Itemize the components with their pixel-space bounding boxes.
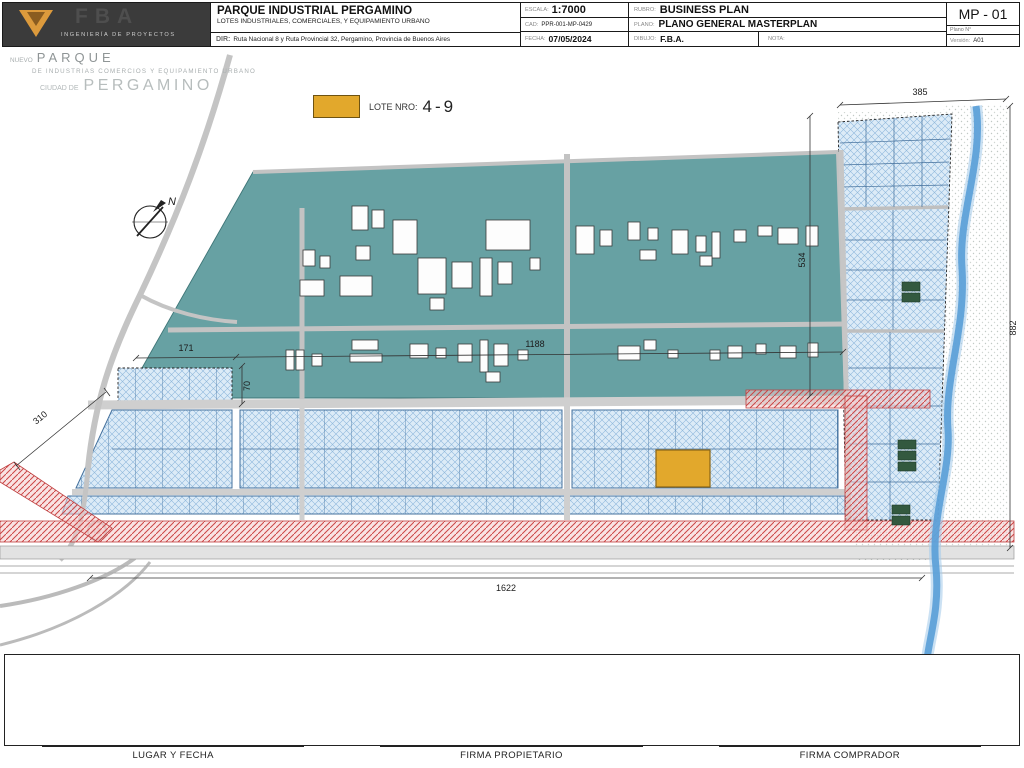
dim-385: 385 [912, 87, 927, 97]
logo-tagline: INGENIERÍA DE PROYECTOS [61, 32, 176, 38]
version-label: Versión: [950, 37, 971, 44]
dir-label: DIR: [216, 36, 231, 43]
plano-number-label: Plano N° [947, 25, 1019, 34]
dim-171: 171 [178, 343, 193, 353]
signature-line [718, 746, 981, 747]
lot-block-northwest [117, 367, 233, 405]
fecha-value: 07/05/2024 [548, 34, 592, 45]
dim-70: 70 [242, 381, 252, 391]
logo-triangle-inner-icon [27, 12, 45, 26]
plano-cell: PLANO: PLANO GENERAL MASTERPLAN [629, 18, 946, 33]
dim-534: 534 [797, 252, 807, 267]
logo: FBA INGENIERÍA DE PROYECTOS [3, 3, 210, 46]
park-name-block: NUEVO PARQUE DE INDUSTRIAS COMERCIOS Y EQ… [10, 49, 256, 95]
legend: LOTE NRO: 4-9 [313, 95, 456, 118]
masterplan-drawing: N 385 534 882 171 70 1188 310 1622 [0, 54, 1018, 669]
signature-line [380, 746, 643, 747]
rubro-label: RUBRO: [634, 6, 656, 13]
dir-value: Ruta Nacional 8 y Ruta Provincial 32, Pe… [233, 36, 451, 43]
escala-value: 1:7000 [551, 3, 586, 16]
rubro-cell: RUBRO: BUSINESS PLAN [629, 3, 946, 18]
project-column: PARQUE INDUSTRIAL PERGAMINO LOTES INDUST… [210, 3, 520, 46]
title-block: FBA INGENIERÍA DE PROYECTOS PARQUE INDUS… [2, 2, 1020, 47]
signature-label: LUGAR Y FECHA [132, 750, 214, 761]
project-subtitle: LOTES INDUSTRIALES, COMERCIALES, Y EQUIP… [217, 18, 430, 25]
dibujo-nota-row: DIBUJO: F.B.A. NOTA: [629, 32, 946, 47]
sheet-info-column: RUBRO: BUSINESS PLAN PLANO: PLANO GENERA… [628, 3, 946, 47]
cad-cell: CAD: PPR-001-MP-0429 [521, 18, 628, 33]
dim-310: 310 [31, 409, 49, 426]
version-row: Versión: A01 [947, 34, 1019, 46]
masterplan-sheet: N 385 534 882 171 70 1188 310 1622 FBA I… [0, 0, 1024, 768]
dim-1622: 1622 [496, 583, 516, 593]
sheet-code: MP - 01 [958, 6, 1008, 22]
park-title: PARQUE [36, 50, 115, 65]
cad-label: CAD: [525, 21, 539, 28]
park-prefix: NUEVO [10, 57, 33, 64]
lot-color-swatch [313, 95, 360, 118]
city-prefix: CIUDAD DE [40, 85, 79, 92]
fecha-label: FECHA: [525, 36, 546, 43]
legend-lot-number: 4-9 [422, 96, 457, 116]
cad-value: PPR-001-MP-0429 [541, 21, 593, 28]
rubro-value: BUSINESS PLAN [659, 3, 750, 16]
legend-label: LOTE NRO: [369, 101, 418, 112]
dim-882: 882 [1008, 320, 1018, 335]
lot-block-left [75, 409, 233, 489]
north-label: N [168, 196, 176, 208]
park-description: DE INDUSTRIAS COMERCIOS Y EQUIPAMIENTO U… [32, 68, 257, 75]
dim-1188: 1188 [525, 339, 544, 349]
notes-box [4, 654, 1020, 746]
meta-column: ESCALA: 1:7000 CAD: PPR-001-MP-0429 FECH… [520, 3, 628, 46]
dibujo-cell: DIBUJO: F.B.A. [629, 32, 759, 47]
signature-label: FIRMA COMPRADOR [799, 750, 901, 761]
version-value: A01 [973, 37, 984, 44]
sheet-number-column: MP - 01 Plano N° Versión: A01 [946, 3, 1019, 46]
dibujo-value: F.B.A. [660, 34, 684, 45]
escala-cell: ESCALA: 1:7000 [521, 3, 628, 18]
nota-cell: NOTA: [763, 32, 946, 46]
highlight-lot-4-9 [655, 449, 711, 488]
signature-owner: FIRMA PROPIETARIO [380, 746, 643, 761]
signature-place-date: LUGAR Y FECHA [42, 746, 305, 761]
project-title: PARQUE INDUSTRIAL PERGAMINO [217, 5, 413, 17]
escala-label: ESCALA: [525, 6, 549, 13]
city-name: PERGAMINO [83, 77, 213, 94]
fecha-cell: FECHA: 07/05/2024 [521, 32, 628, 46]
lot-block-center [239, 409, 563, 489]
signature-buyer: FIRMA COMPRADOR [718, 746, 981, 761]
logo-brand: FBA [75, 5, 140, 28]
plano-label: PLANO: [634, 21, 655, 28]
address-row: DIR: Ruta Nacional 8 y Ruta Provincial 3… [211, 32, 520, 46]
nota-label: NOTA: [768, 36, 785, 43]
plano-value: PLANO GENERAL MASTERPLAN [658, 19, 818, 30]
signature-label: FIRMA PROPIETARIO [460, 750, 563, 761]
lot-strip-south [61, 495, 846, 515]
signature-row: LUGAR Y FECHA FIRMA PROPIETARIO FIRMA CO… [4, 746, 1019, 761]
signature-line [42, 746, 305, 747]
dibujo-label: DIBUJO: [634, 36, 657, 43]
